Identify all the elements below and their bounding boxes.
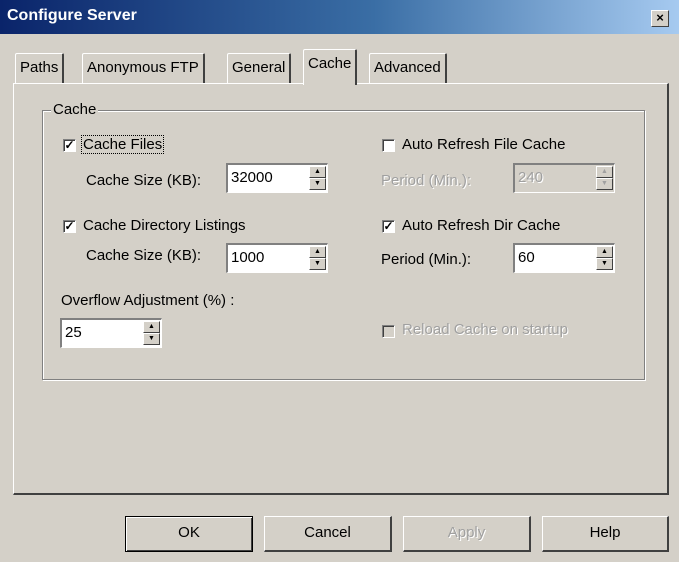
- spin-down-arrow-icon[interactable]: ▼: [596, 258, 613, 270]
- file-period-value[interactable]: 240: [518, 169, 543, 186]
- spin-down-arrow-icon[interactable]: ▼: [596, 178, 613, 190]
- apply-button[interactable]: Apply: [403, 516, 531, 552]
- tab-label: Anonymous FTP: [87, 59, 199, 76]
- auto-refresh-dir-label[interactable]: Auto Refresh Dir Cache: [402, 217, 560, 234]
- cache-files-size-value[interactable]: 32000: [231, 169, 273, 186]
- close-icon: ×: [656, 10, 664, 25]
- check-icon: ✓: [64, 138, 75, 152]
- cache-files-size-spinner[interactable]: 32000 ▲ ▼: [226, 163, 328, 193]
- help-button[interactable]: Help: [542, 516, 669, 552]
- spin-up-arrow-icon[interactable]: ▲: [309, 246, 326, 258]
- tab-advanced[interactable]: Advanced: [369, 53, 447, 83]
- spin-up-arrow-icon[interactable]: ▲: [596, 166, 613, 178]
- check-icon: ✓: [64, 219, 75, 233]
- dir-period-label: Period (Min.):: [381, 251, 472, 268]
- title-bar[interactable]: Configure Server ×: [0, 0, 679, 34]
- auto-refresh-file-label[interactable]: Auto Refresh File Cache: [402, 136, 565, 153]
- dir-period-value[interactable]: 60: [518, 249, 535, 266]
- ok-button[interactable]: OK: [125, 516, 253, 552]
- spin-up-arrow-icon[interactable]: ▲: [309, 166, 326, 178]
- cache-dir-size-value[interactable]: 1000: [231, 249, 264, 266]
- spin-down-arrow-icon[interactable]: ▼: [309, 258, 326, 270]
- tab-label: Cache: [308, 55, 352, 72]
- close-button[interactable]: ×: [651, 10, 669, 27]
- file-period-spinner[interactable]: 240 ▲ ▼: [513, 163, 615, 193]
- auto-refresh-dir-checkbox[interactable]: ✓: [382, 220, 395, 233]
- cache-files-checkbox[interactable]: ✓: [63, 139, 76, 152]
- tab-cache[interactable]: Cache: [303, 49, 358, 85]
- reload-cache-checkbox[interactable]: [382, 325, 395, 338]
- reload-cache-label: Reload Cache on startup: [402, 321, 568, 338]
- cache-dir-size-spinner[interactable]: 1000 ▲ ▼: [226, 243, 328, 273]
- tab-label: General: [232, 59, 286, 76]
- overflow-spinner[interactable]: 25 ▲ ▼: [60, 318, 162, 348]
- tab-paths[interactable]: Paths: [15, 53, 65, 83]
- overflow-label: Overflow Adjustment (%) :: [61, 292, 235, 309]
- tab-label: Advanced: [374, 59, 441, 76]
- dir-period-spinner[interactable]: 60 ▲ ▼: [513, 243, 615, 273]
- cache-files-label[interactable]: Cache Files: [80, 135, 165, 154]
- spin-up-arrow-icon[interactable]: ▲: [596, 246, 613, 258]
- spin-up-arrow-icon[interactable]: ▲: [143, 321, 160, 333]
- cache-dir-checkbox[interactable]: ✓: [63, 220, 76, 233]
- cache-group-label: Cache: [51, 101, 99, 118]
- cache-dir-label[interactable]: Cache Directory Listings: [83, 217, 246, 234]
- tab-anonymous-ftp[interactable]: Anonymous FTP: [82, 53, 205, 83]
- cache-files-size-label: Cache Size (KB):: [86, 172, 202, 189]
- file-period-label: Period (Min.):: [381, 172, 472, 189]
- cache-dir-size-label: Cache Size (KB):: [86, 247, 202, 264]
- spin-down-arrow-icon[interactable]: ▼: [309, 178, 326, 190]
- auto-refresh-file-checkbox[interactable]: [382, 139, 395, 152]
- configure-server-dialog: Configure Server × Paths Anonymous FTP G…: [0, 0, 679, 562]
- cancel-button[interactable]: Cancel: [264, 516, 392, 552]
- check-icon: ✓: [383, 219, 394, 233]
- window-title: Configure Server: [7, 7, 137, 24]
- tab-general[interactable]: General: [227, 53, 292, 83]
- overflow-value[interactable]: 25: [65, 324, 82, 341]
- spin-down-arrow-icon[interactable]: ▼: [143, 333, 160, 345]
- tab-label: Paths: [20, 59, 59, 76]
